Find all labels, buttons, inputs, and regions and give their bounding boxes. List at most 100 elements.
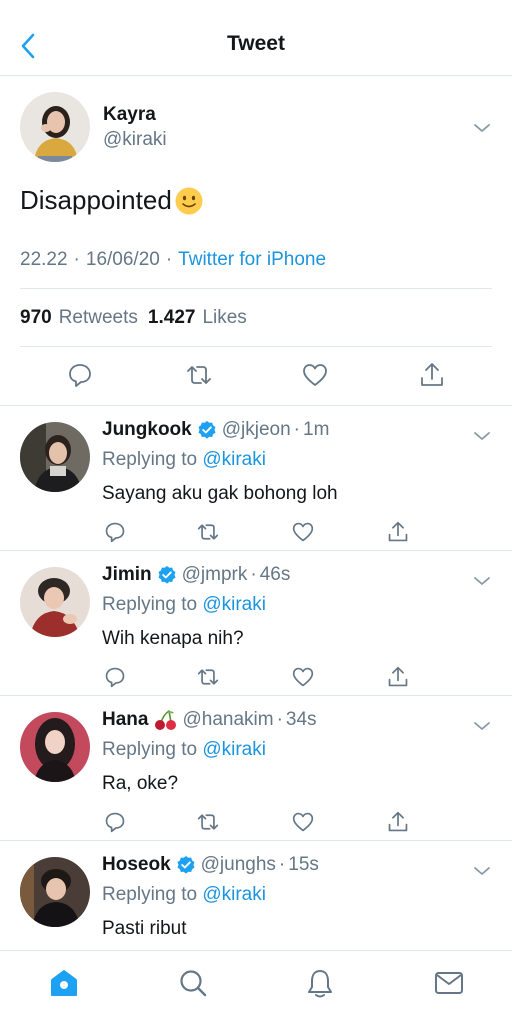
retweet-icon <box>197 669 219 685</box>
reply-tweet[interactable]: Jungkook @jkjeon · 1m Replying to @kirak… <box>0 406 512 551</box>
chevron-down-icon <box>474 124 490 132</box>
replying-to-label: Replying to <box>102 739 198 760</box>
tweet-menu-button[interactable] <box>470 714 494 738</box>
replying-to-label: Replying to <box>102 449 198 470</box>
retweet-button[interactable] <box>192 661 224 693</box>
replying-to: Replying to @kiraki <box>102 739 266 761</box>
heart-icon <box>292 522 314 542</box>
share-button[interactable] <box>382 806 414 838</box>
likes-label[interactable]: Likes <box>202 307 246 329</box>
tab-messages[interactable] <box>431 965 467 1001</box>
reply-button[interactable] <box>64 359 96 391</box>
reply-time: 1m <box>303 419 330 440</box>
retweet-icon <box>187 366 211 384</box>
reply-tweet[interactable]: Jimin @jmprk · 46s Replying to @kiraki W… <box>0 551 512 696</box>
retweet-button[interactable] <box>183 359 215 391</box>
reply-author-handle[interactable]: @junghs <box>201 854 276 876</box>
avatar[interactable] <box>20 567 90 637</box>
reply-time: 46s <box>259 564 291 585</box>
bell-icon <box>308 970 332 998</box>
reply-tweet[interactable]: Hoseok @junghs · 15s Replying to @kiraki… <box>0 841 512 950</box>
reply-icon <box>105 667 125 688</box>
tab-notifications[interactable] <box>302 965 338 1001</box>
reply-icon <box>69 364 91 387</box>
share-button[interactable] <box>382 516 414 548</box>
chevron-down-icon <box>474 722 490 730</box>
meta-separator: · <box>165 249 173 270</box>
tab-home[interactable] <box>46 965 82 1001</box>
like-button[interactable] <box>287 806 319 838</box>
author-name[interactable]: Kayra <box>103 104 156 126</box>
avatar[interactable] <box>20 92 90 162</box>
avatar[interactable] <box>20 857 90 927</box>
tweet-time: 22.22 <box>20 249 68 270</box>
share-icon <box>388 521 408 542</box>
reply-button[interactable] <box>99 661 131 693</box>
main-tweet: Kayra @kiraki Disappointed 22.22 · 16/06… <box>0 76 512 406</box>
reply-icon <box>105 812 125 833</box>
replying-to-mention[interactable]: @kiraki <box>202 449 266 470</box>
share-button[interactable] <box>382 661 414 693</box>
reply-author-name[interactable]: Jimin <box>102 564 152 586</box>
search-icon <box>180 970 207 997</box>
verified-badge-icon <box>176 855 196 875</box>
reply-text: Sayang aku gak bohong loh <box>102 483 338 504</box>
tweet-stats: 970 Retweets 1.427 Likes <box>20 307 250 329</box>
share-button[interactable] <box>416 359 448 391</box>
meta-separator: · <box>293 419 300 440</box>
retweets-count[interactable]: 970 <box>20 307 52 329</box>
reply-author-handle[interactable]: @jkjeon <box>222 419 291 441</box>
retweet-button[interactable] <box>192 516 224 548</box>
retweets-label[interactable]: Retweets <box>59 307 138 329</box>
reply-author-handle[interactable]: @hanakim <box>182 709 273 731</box>
author-handle[interactable]: @kiraki <box>103 129 167 151</box>
avatar[interactable] <box>20 712 90 782</box>
top-nav-bar: Tweet <box>0 0 512 76</box>
meta-separator: · <box>278 854 286 875</box>
reply-text: Wih kenapa nih? <box>102 628 244 649</box>
avatar[interactable] <box>20 422 90 492</box>
tweet-client-link[interactable]: Twitter for iPhone <box>178 249 326 271</box>
like-button[interactable] <box>287 516 319 548</box>
heart-icon <box>292 667 314 687</box>
like-button[interactable] <box>287 661 319 693</box>
likes-count[interactable]: 1.427 <box>148 307 196 329</box>
reply-header: Hana @hanakim · 34s <box>102 709 317 731</box>
replying-to-mention[interactable]: @kiraki <box>202 594 266 615</box>
heart-icon <box>303 364 327 386</box>
reply-time: 15s <box>288 854 319 875</box>
divider <box>20 288 492 289</box>
reply-button[interactable] <box>99 516 131 548</box>
reply-actions <box>0 806 512 838</box>
reply-icon <box>105 522 125 543</box>
reply-header: Jimin @jmprk · 46s <box>102 564 290 586</box>
like-button[interactable] <box>299 359 331 391</box>
heart-icon <box>292 812 314 832</box>
tweet-menu-button[interactable] <box>470 116 494 140</box>
verified-badge-icon <box>197 420 217 440</box>
meta-separator: · <box>73 249 80 270</box>
reply-author-name[interactable]: Hoseok <box>102 854 171 876</box>
reply-actions <box>0 661 512 693</box>
tweet-text-content: Disappointed <box>20 185 172 215</box>
reply-author-name[interactable]: Jungkook <box>102 419 192 441</box>
slightly-smiling-face-icon <box>174 186 204 216</box>
chevron-down-icon <box>474 867 490 875</box>
tweet-menu-button[interactable] <box>470 859 494 883</box>
retweet-icon <box>197 524 219 540</box>
retweet-button[interactable] <box>192 806 224 838</box>
replying-to: Replying to @kiraki <box>102 884 266 906</box>
reply-author-handle[interactable]: @jmprk <box>182 564 248 586</box>
replying-to-mention[interactable]: @kiraki <box>202 884 266 905</box>
reply-tweet[interactable]: Hana @hanakim · 34s Replying to @kiraki … <box>0 696 512 841</box>
reply-author-name[interactable]: Hana <box>102 709 148 731</box>
replying-to-mention[interactable]: @kiraki <box>202 739 266 760</box>
mail-icon <box>435 972 463 994</box>
bottom-tab-bar <box>0 950 512 1024</box>
tweet-actions <box>0 359 512 393</box>
share-icon <box>388 666 408 687</box>
tweet-menu-button[interactable] <box>470 569 494 593</box>
reply-button[interactable] <box>99 806 131 838</box>
tab-search[interactable] <box>175 965 211 1001</box>
tweet-menu-button[interactable] <box>470 424 494 448</box>
